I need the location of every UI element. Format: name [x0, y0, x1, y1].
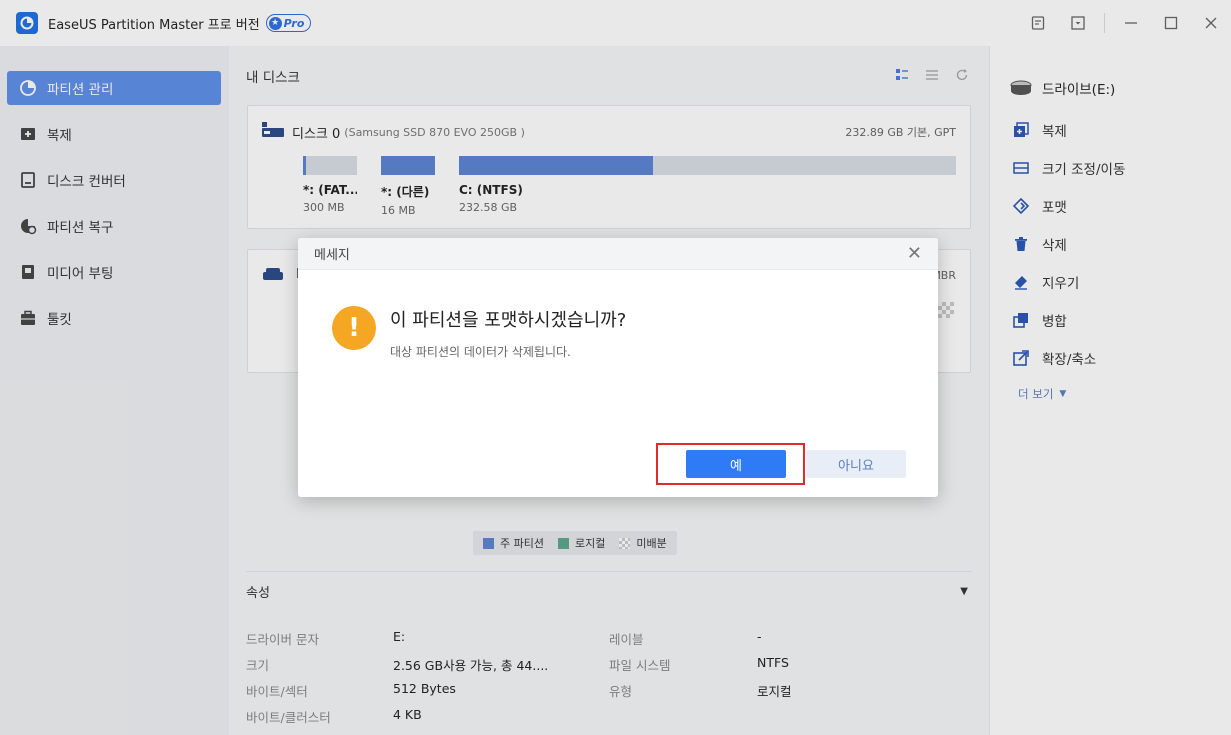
yes-button[interactable]: 예: [686, 450, 786, 478]
format-confirm-dialog: 메세지 ✕ ! 이 파티션을 포맷하시겠습니까? 대상 파티션의 데이터가 삭제…: [298, 238, 938, 497]
close-icon[interactable]: ✕: [907, 244, 922, 263]
dialog-question: 이 파티션을 포맷하시겠습니까?: [390, 310, 627, 331]
dialog-message: 대상 파티션의 데이터가 삭제됩니다.: [390, 345, 571, 359]
no-button[interactable]: 아니요: [806, 450, 906, 478]
warning-icon: !: [332, 306, 376, 350]
dialog-title: 메세지: [314, 248, 350, 263]
